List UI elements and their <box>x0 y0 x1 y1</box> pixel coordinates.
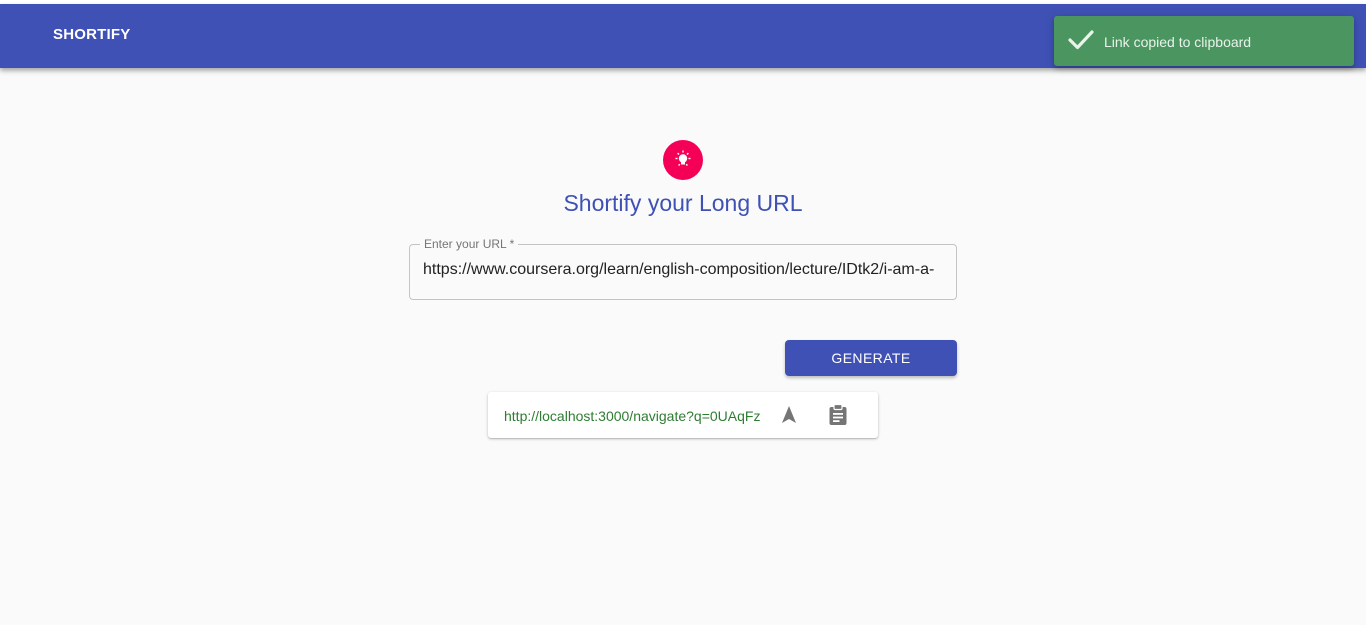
generate-button[interactable]: GENERATE <box>785 340 957 376</box>
brand-title[interactable]: SHORTIFY <box>53 26 130 43</box>
url-field[interactable]: Enter your URL * <box>409 237 957 300</box>
clipboard-icon[interactable] <box>825 402 851 428</box>
result-card: http://localhost:3000/navigate?q=0UAqFz <box>488 392 878 438</box>
url-field-label: Enter your URL * <box>420 237 519 251</box>
check-icon <box>1068 30 1094 50</box>
toast-message: Link copied to clipboard <box>1104 34 1252 50</box>
navigation-arrow-icon[interactable] <box>776 402 802 428</box>
url-input[interactable] <box>423 261 945 279</box>
lightbulb-icon <box>663 140 703 180</box>
short-url-link[interactable]: http://localhost:3000/navigate?q=0UAqFz <box>504 408 760 424</box>
snackbar-toast: Link copied to clipboard <box>1054 16 1354 66</box>
page-title: Shortify your Long URL <box>563 190 803 216</box>
